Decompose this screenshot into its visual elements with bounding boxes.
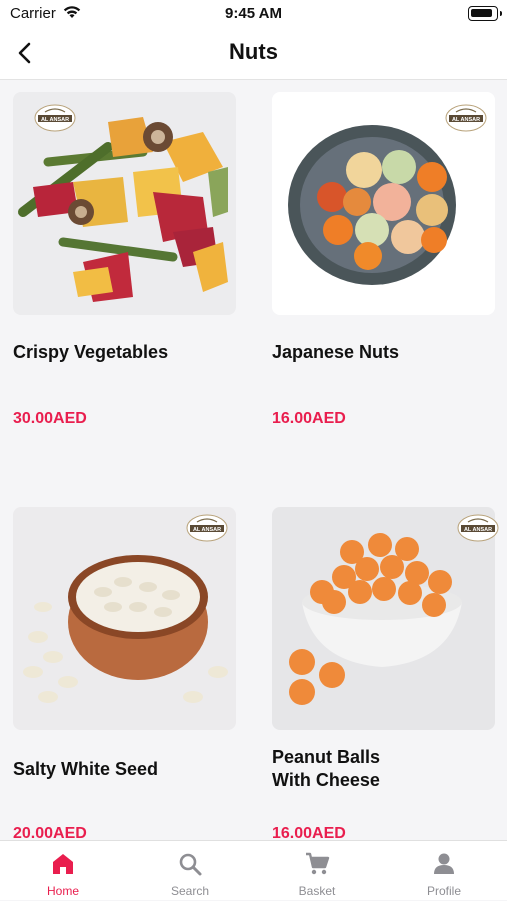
product-price: 16.00AED [272,410,346,427]
nav-bar: Nuts [0,28,507,80]
tab-bar: Home Search Basket Profile [0,840,507,900]
product-price: 30.00AED [13,410,87,427]
product-name: Crispy Vegetables [13,342,169,362]
product-name: Peanut Balls With Cheese [272,747,381,790]
tab-basket[interactable]: Basket [254,841,380,901]
battery-icon [468,6,502,21]
profile-icon [434,853,454,874]
tab-profile-label: Profile [426,884,461,898]
product-name: Salty White Seed [13,759,159,779]
brand-logo: AL ANSAR [457,514,499,542]
search-icon [179,853,202,876]
home-icon [53,854,73,874]
product-card[interactable]: AL ANSAR Peanut Balls With Cheese 16.00A… [272,507,499,840]
tab-search-label: Search [170,884,210,898]
tab-profile[interactable]: Profile [381,841,507,901]
product-card[interactable]: AL ANSAR Crispy Vegetables 30.00AED [13,92,236,427]
product-price: 20.00AED [13,825,87,840]
product-card[interactable]: AL ANSAR Japanese Nuts 16.00AED [272,92,495,427]
svg-text:AL ANSAR: AL ANSAR [452,117,480,123]
cart-icon [306,852,330,875]
svg-text:AL ANSAR: AL ANSAR [193,527,221,533]
svg-text:AL ANSAR: AL ANSAR [41,117,69,123]
product-name: Japanese Nuts [272,342,400,362]
tab-search[interactable]: Search [127,841,253,901]
product-grid: AL ANSAR Crispy Vegetables 30.00AED AL A… [0,80,507,840]
product-price: 16.00AED [272,825,346,840]
brand-logo: AL ANSAR [34,104,76,132]
page-title: Nuts [229,39,278,64]
brand-logo: AL ANSAR [186,514,228,542]
status-bar: Carrier 9:45 AM [0,0,507,28]
tab-home-label: Home [46,884,79,898]
tab-home[interactable]: Home [0,841,126,901]
tab-basket-label: Basket [298,884,336,898]
clock: 9:45 AM [225,5,282,22]
product-card[interactable]: AL ANSAR Salty White Seed 20.00AED [13,507,236,840]
svg-text:AL ANSAR: AL ANSAR [464,527,492,533]
brand-logo: AL ANSAR [445,104,487,132]
